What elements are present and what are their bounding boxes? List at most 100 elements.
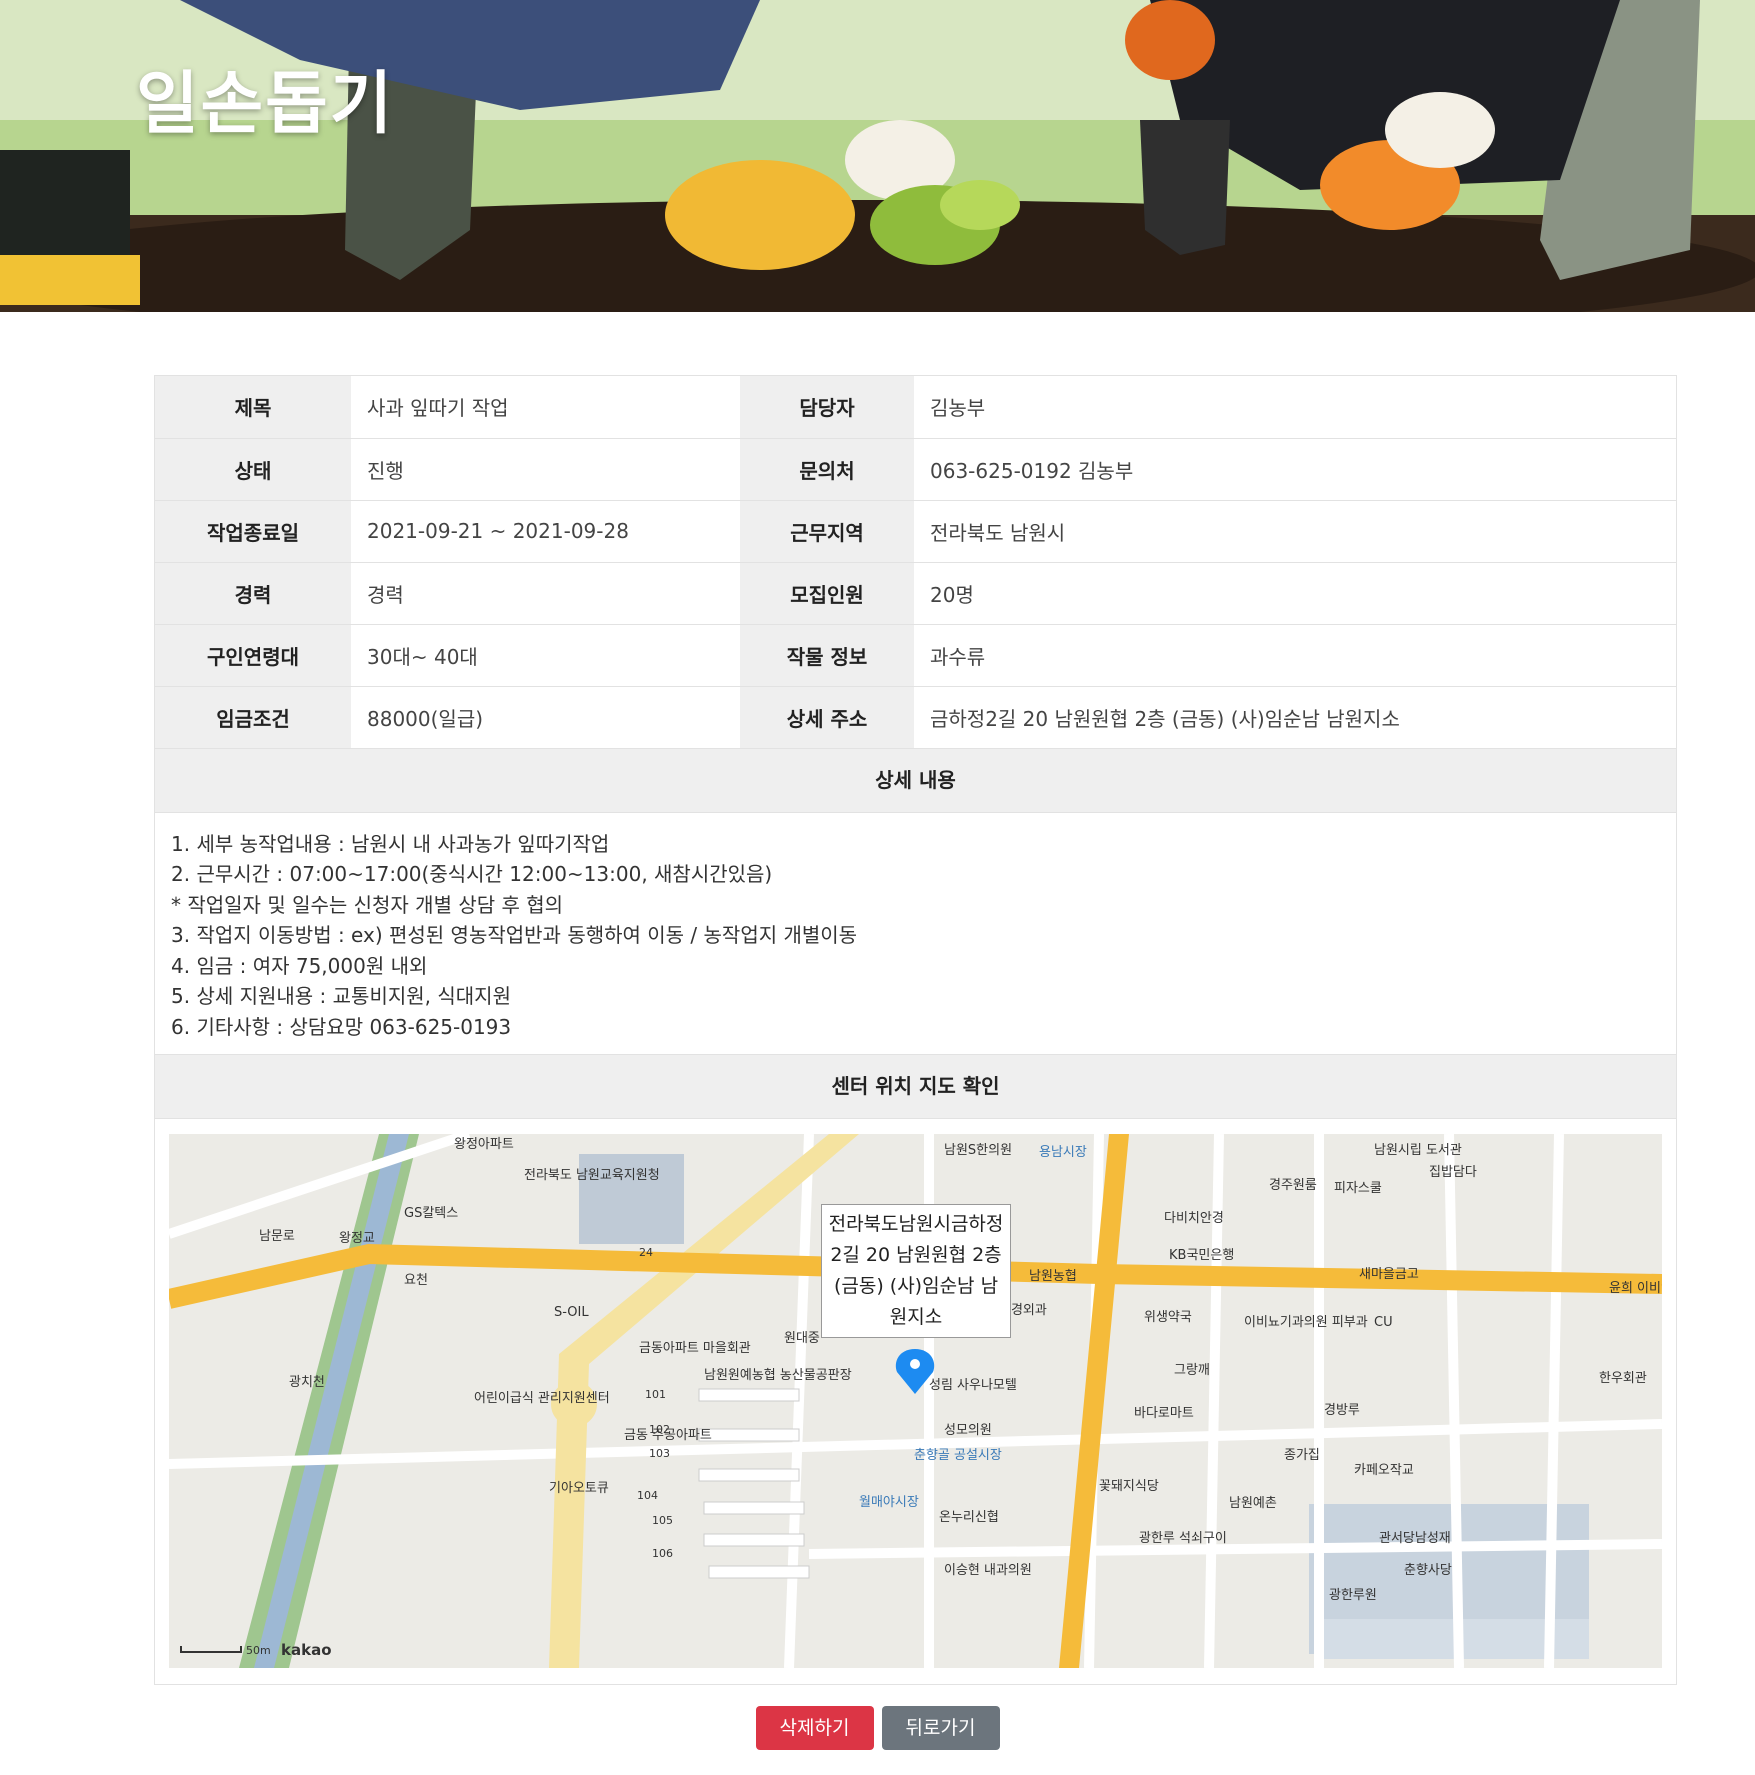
map-place-label: 남원시립 도서관 [1374, 1143, 1462, 1158]
info-value: 경력 [351, 562, 740, 625]
map-place-label: 광한루원 [1329, 1588, 1377, 1603]
map-place-label: CU [1374, 1315, 1393, 1330]
info-label: 상태 [155, 438, 351, 501]
info-value: 전라북도 남원시 [914, 500, 1676, 563]
map-place-label: 남원원예농협 농산물공판장 [704, 1368, 852, 1383]
map-place-label: GS칼텍스 [404, 1206, 458, 1221]
map-place-label: 남원예촌 [1229, 1496, 1277, 1511]
map-place-label: 윤희 이비인 [1609, 1281, 1662, 1296]
page-title: 일손돕기 [136, 65, 395, 144]
map-place-label: 경방루 [1324, 1403, 1360, 1418]
map-place-label: 기아오토큐 [549, 1481, 609, 1496]
map-place-label: 바다로마트 [1134, 1406, 1194, 1421]
info-label: 작업종료일 [155, 500, 351, 563]
map-place-label: S-OIL [554, 1305, 589, 1320]
map-place-label: 어린이급식 관리지원센터 [474, 1391, 610, 1406]
map-place-label: 남원S한의원 [944, 1143, 1012, 1158]
map-place-label: 그랑깨 [1174, 1363, 1210, 1378]
map-infowindow: 전라북도남원시금하정2길 20 남원원협 2층 (금동) (사)임순남 남원지소 [821, 1203, 1011, 1338]
map-place-label: 광한루 석쇠구이 [1139, 1531, 1227, 1546]
info-value: 진행 [351, 438, 740, 501]
map-place-label: 성모의원 [944, 1423, 992, 1438]
map-place-label: 남원농협 [1029, 1269, 1077, 1284]
map-scale-label: 50m [246, 1644, 271, 1657]
map-heading: 센터 위치 지도 확인 [155, 1054, 1676, 1119]
map-place-label: 왕정아파트 [454, 1137, 514, 1152]
map-place-label: 105 [652, 1514, 673, 1527]
hero-image [0, 0, 1755, 312]
job-info-table: 제목 사과 잎따기 작업 담당자 김농부 상태 진행 문의처 063-625-0192 김농부… [155, 376, 1676, 749]
map-place-label: 이비뇨기과의원 피부과 [1244, 1315, 1368, 1330]
info-label: 근무지역 [740, 500, 914, 563]
info-row: 경력 경력 모집인원 20명 [155, 562, 1676, 625]
map-place-label: 카페오작교 [1354, 1463, 1414, 1478]
map-place-label: 춘향골 공설시장 [914, 1448, 1002, 1463]
info-row: 임금조건 88000(일급) 상세 주소 금하정2길 20 남원원협 2층 (금동) … [155, 686, 1676, 749]
map-place-label: 꽃돼지식당 [1099, 1479, 1159, 1494]
map-place-label: 다비치안경 [1164, 1211, 1224, 1226]
info-label: 임금조건 [155, 686, 351, 749]
map-place-label: 전라북도 남원교육지원청 [524, 1168, 660, 1183]
map-place-label: 위생약국 [1144, 1310, 1192, 1325]
info-row: 상태 진행 문의처 063-625-0192 김농부 [155, 438, 1676, 501]
detail-line: 5. 상세 지원내용 : 교통비지원, 식대지원 [171, 984, 511, 1008]
map-place-label: 104 [637, 1489, 658, 1502]
map-place-label: 집밥담다 [1429, 1165, 1477, 1180]
map-place-label: 남문로 [259, 1229, 295, 1244]
action-bar: 삭제하기 뒤로가기 [0, 1706, 1755, 1750]
info-label: 상세 주소 [740, 686, 914, 749]
map-place-label: 106 [652, 1547, 673, 1560]
map-place-label: 이승현 내과의원 [944, 1563, 1032, 1578]
kakao-logo: kakao [281, 1641, 332, 1659]
info-value: 금하정2길 20 남원원협 2층 (금동) (사)임순남 남원지소 [914, 686, 1676, 749]
detail-line: * 작업일자 및 일수는 신청자 개별 상담 후 협의 [171, 892, 564, 917]
info-value: 김농부 [914, 376, 1676, 439]
info-value: 2021-09-21 ~ 2021-09-28 [351, 500, 740, 563]
map-place-label: 101 [645, 1388, 666, 1401]
info-value: 88000(일급) [351, 686, 740, 749]
info-label: 모집인원 [740, 562, 914, 625]
map-place-label: 요천 [404, 1273, 428, 1288]
delete-button[interactable]: 삭제하기 [755, 1706, 874, 1750]
back-button[interactable]: 뒤로가기 [881, 1706, 1000, 1750]
map-place-label: 새마을금고 [1359, 1267, 1419, 1282]
map-place-label: 용남시장 [1039, 1145, 1087, 1160]
detail-line: 3. 작업지 이동방법 : ex) 편성된 영농작업반과 동행하여 이동 / 농… [171, 923, 858, 947]
map-place-label: 한우회관 [1599, 1371, 1647, 1386]
map-place-label: 관서당남성재 [1379, 1531, 1451, 1546]
detail-line: 2. 근무시간 : 07:00~17:00(중식시간 12:00~13:00, … [171, 862, 773, 886]
map-place-label: 춘향사당 [1404, 1563, 1452, 1578]
info-label: 문의처 [740, 438, 914, 501]
detail-heading: 상세 내용 [155, 748, 1676, 813]
info-value: 20명 [914, 562, 1676, 625]
map-place-label: 성림 사우나모텔 [929, 1378, 1017, 1393]
info-label: 경력 [155, 562, 351, 625]
info-value: 과수류 [914, 624, 1676, 687]
info-row: 작업종료일 2021-09-21 ~ 2021-09-28 근무지역 전라북도 남원시 [155, 500, 1676, 563]
map-place-label: 온누리신협 [939, 1510, 999, 1525]
info-value: 063-625-0192 김농부 [914, 438, 1676, 501]
hero-banner: 일손돕기 [0, 0, 1755, 312]
map-place-label: 왕정교 [339, 1231, 375, 1246]
job-detail-panel: 제목 사과 잎따기 작업 담당자 김농부 상태 진행 문의처 063-625-0192 김농부… [154, 375, 1677, 1685]
map-place-label: 피자스쿨 [1334, 1181, 1382, 1196]
info-label: 작물 정보 [740, 624, 914, 687]
map-place-label: 월매야시장 [859, 1495, 919, 1510]
map-place-label: 종가집 [1284, 1448, 1320, 1463]
info-label: 담당자 [740, 376, 914, 439]
location-map[interactable]: 왕정아파트전라북도 남원교육지원청 GS칼텍스남문로 왕정교 S-OIL 금동아파트 마… [169, 1133, 1662, 1668]
detail-line: 1. 세부 농작업내용 : 남원시 내 사과농가 잎따기작업 [171, 831, 610, 856]
detail-line: 4. 임금 : 여자 75,000원 내외 [171, 953, 428, 978]
map-place-label: 102 [649, 1423, 670, 1436]
map-place-label: 103 [649, 1447, 670, 1460]
info-value: 사과 잎따기 작업 [351, 376, 740, 439]
map-place-label: 광치천 [289, 1375, 325, 1390]
info-row: 제목 사과 잎따기 작업 담당자 김농부 [155, 376, 1676, 439]
info-label: 제목 [155, 376, 351, 439]
info-label: 구인연령대 [155, 624, 351, 687]
map-place-label: 금동아파트 마을회관 [639, 1341, 751, 1356]
map-place-label: 경주원룸 [1269, 1178, 1317, 1193]
info-value: 30대~ 40대 [351, 624, 740, 687]
map-place-label: KB국민은행 [1169, 1247, 1234, 1263]
map-place-label: 원대중 [784, 1331, 820, 1346]
